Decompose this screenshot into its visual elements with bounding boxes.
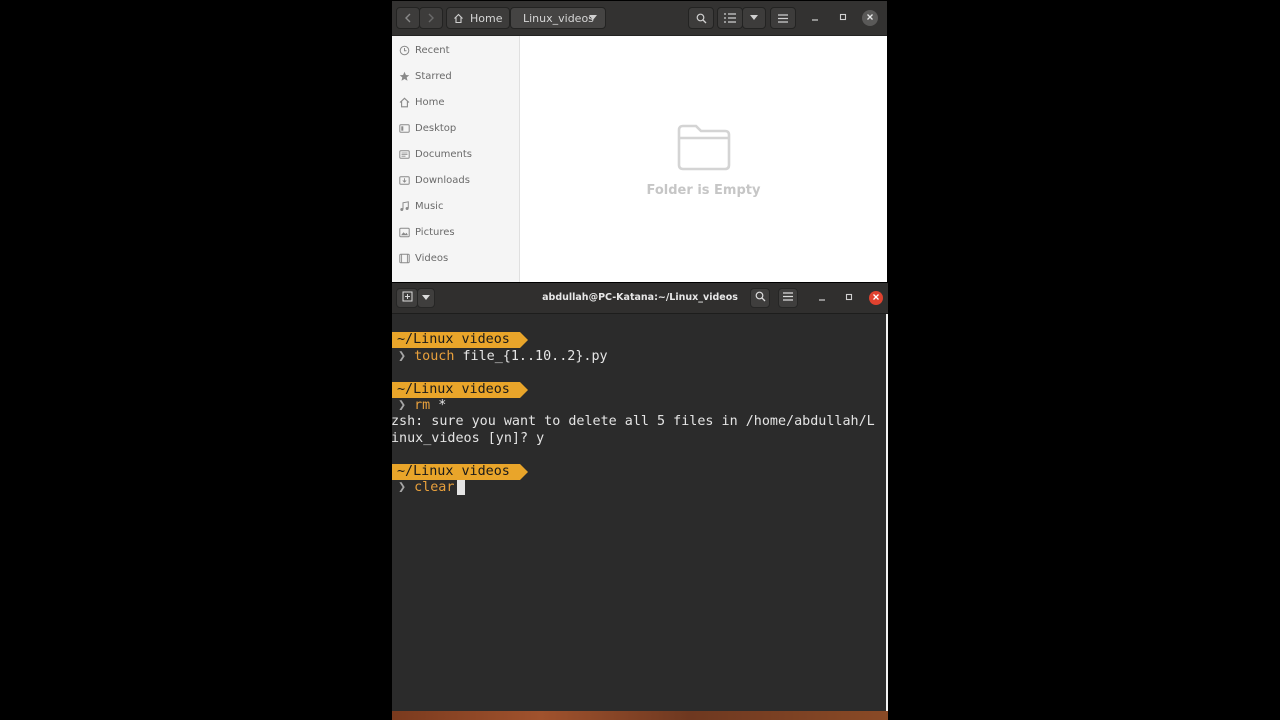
empty-folder-view: Folder is Empty xyxy=(520,36,887,282)
chevron-down-icon xyxy=(750,15,758,21)
sidebar-item-pictures[interactable]: Pictures xyxy=(392,219,519,245)
prompt-path: ~/Linux videos xyxy=(392,464,528,480)
command-args: file_{1..10..2}.py xyxy=(454,349,608,364)
empty-folder-message: Folder is Empty xyxy=(646,183,761,198)
prompt-symbol: ❯ xyxy=(398,349,407,364)
terminal-scrollbar[interactable] xyxy=(886,314,888,711)
close-icon xyxy=(872,293,880,304)
sidebar-item-label: Music xyxy=(415,200,444,212)
menu-button[interactable] xyxy=(770,7,796,29)
video-icon xyxy=(398,252,410,264)
command-line: ❯ rm * xyxy=(398,398,446,414)
breadcrumb-current[interactable]: Linux_videos xyxy=(510,7,606,29)
prompt-symbol: ❯ xyxy=(398,398,407,413)
sidebar-item-starred[interactable]: Starred xyxy=(392,63,519,89)
music-icon xyxy=(398,200,410,212)
search-icon xyxy=(696,13,707,24)
picture-icon xyxy=(398,226,410,238)
desktop-wallpaper-strip xyxy=(392,711,888,720)
folder-icon xyxy=(676,122,732,176)
command-name: touch xyxy=(414,349,455,364)
command-line: ❯ clear xyxy=(398,480,466,496)
document-icon xyxy=(398,148,410,160)
minimize-button[interactable] xyxy=(807,10,823,26)
list-view-button[interactable] xyxy=(717,7,743,29)
terminal-headerbar: abdullah@PC-Katana:~/Linux_videos xyxy=(392,283,888,314)
terminal-window: abdullah@PC-Katana:~/Linux_videos ~/Linu… xyxy=(392,283,888,711)
command-args: * xyxy=(430,398,447,413)
terminal-search-button[interactable] xyxy=(750,288,770,308)
terminal-output[interactable]: ~/Linux videos ❯ touch file_{1..10..2}.p… xyxy=(392,314,886,711)
places-sidebar: Recent Starred Home Desktop Documents Do… xyxy=(392,36,520,282)
sidebar-item-label: Home xyxy=(415,96,445,108)
sidebar-item-label: Starred xyxy=(415,70,452,82)
list-view-icon xyxy=(724,13,736,23)
sidebar-item-label: Pictures xyxy=(415,226,455,238)
sidebar-item-desktop[interactable]: Desktop xyxy=(392,115,519,141)
sidebar-item-documents[interactable]: Documents xyxy=(392,141,519,167)
close-button[interactable] xyxy=(862,10,878,26)
search-button[interactable] xyxy=(688,7,714,29)
sidebar-item-label: Downloads xyxy=(415,174,470,186)
desktop-icon xyxy=(398,122,410,134)
maximize-button[interactable] xyxy=(835,10,851,26)
minimize-icon xyxy=(811,13,819,24)
terminal-title: abdullah@PC-Katana:~/Linux_videos xyxy=(542,292,738,303)
view-options-button[interactable] xyxy=(742,7,766,29)
minimize-icon xyxy=(818,293,826,304)
maximize-icon xyxy=(839,13,847,24)
terminal-maximize-button[interactable] xyxy=(842,291,856,305)
chevron-down-icon xyxy=(589,15,597,21)
sidebar-item-label: Videos xyxy=(415,252,449,264)
terminal-close-button[interactable] xyxy=(869,291,883,305)
sidebar-item-label: Desktop xyxy=(415,122,457,134)
download-icon xyxy=(398,174,410,186)
output-line: inux_videos [yn]? y xyxy=(392,431,545,446)
breadcrumb-home-label: Home xyxy=(470,11,503,25)
home-icon xyxy=(398,96,410,108)
star-icon xyxy=(398,70,410,82)
sidebar-item-music[interactable]: Music xyxy=(392,193,519,219)
terminal-menu-button[interactable] xyxy=(778,288,798,308)
sidebar-item-label: Recent xyxy=(415,44,450,56)
sidebar-item-recent[interactable]: Recent xyxy=(392,37,519,63)
hamburger-icon xyxy=(783,292,793,304)
forward-button[interactable] xyxy=(419,7,443,29)
home-icon xyxy=(453,13,464,24)
sidebar-item-label: Documents xyxy=(415,148,473,160)
command-name: rm xyxy=(414,398,431,413)
sidebar-item-downloads[interactable]: Downloads xyxy=(392,167,519,193)
hamburger-icon xyxy=(778,13,788,23)
chevron-right-icon xyxy=(427,13,435,23)
file-manager-headerbar: Home Linux_videos xyxy=(392,1,887,36)
clock-icon xyxy=(398,44,410,56)
search-icon xyxy=(755,291,766,305)
terminal-minimize-button[interactable] xyxy=(815,291,829,305)
prompt-symbol: ❯ xyxy=(398,480,407,495)
terminal-cursor xyxy=(457,480,466,495)
prompt-path: ~/Linux videos xyxy=(392,332,528,348)
maximize-icon xyxy=(845,293,853,304)
sidebar-item-videos[interactable]: Videos xyxy=(392,245,519,271)
breadcrumb-home[interactable]: Home xyxy=(446,7,510,29)
sidebar-item-home[interactable]: Home xyxy=(392,89,519,115)
output-line: zsh: sure you want to delete all 5 files… xyxy=(392,414,875,429)
command-line: ❯ touch file_{1..10..2}.py xyxy=(398,349,608,365)
file-manager-window: Home Linux_videos Recent Starred Home De… xyxy=(392,1,887,282)
back-button[interactable] xyxy=(396,7,420,29)
breadcrumb-current-label: Linux_videos xyxy=(523,11,594,25)
command-name: clear xyxy=(414,480,455,495)
prompt-path: ~/Linux videos xyxy=(392,382,528,398)
chevron-left-icon xyxy=(404,13,412,23)
close-icon xyxy=(866,13,874,24)
